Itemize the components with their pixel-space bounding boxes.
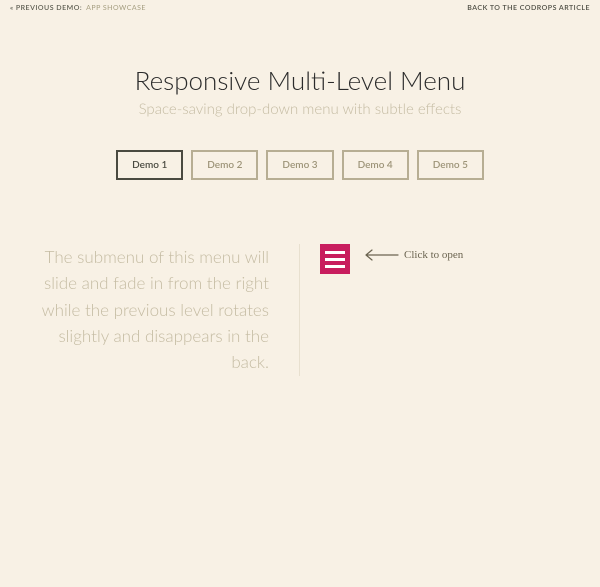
hamburger-icon (325, 265, 345, 268)
previous-demo-prefix: « Previous Demo: (10, 4, 82, 12)
arrow-left-icon (360, 248, 400, 262)
demo-description: The submenu of this menu will slide and … (30, 244, 269, 376)
back-to-article-link[interactable]: back to the Codrops article (467, 4, 590, 12)
menu-trigger-button[interactable] (320, 244, 350, 274)
main: The submenu of this menu will slide and … (0, 244, 600, 376)
column-right: Click to open (300, 244, 580, 376)
demo-nav: Demo 1 Demo 2 Demo 3 Demo 4 Demo 5 (0, 150, 600, 180)
click-to-open-label: Click to open (404, 249, 463, 261)
page-title: Responsive Multi-Level Menu (0, 64, 600, 96)
demo-link-1[interactable]: Demo 1 (116, 150, 183, 180)
top-bar: « Previous Demo: App Showcase back to th… (0, 0, 600, 16)
header: Responsive Multi-Level Menu Space-saving… (0, 64, 600, 118)
demo-link-3[interactable]: Demo 3 (266, 150, 333, 180)
demo-link-5[interactable]: Demo 5 (417, 150, 484, 180)
demo-link-4[interactable]: Demo 4 (342, 150, 409, 180)
previous-demo-link[interactable]: App Showcase (86, 4, 146, 12)
page-subtitle: Space-saving drop-down menu with subtle … (0, 100, 600, 118)
hamburger-icon (325, 251, 345, 254)
previous-demo-wrap: « Previous Demo: App Showcase (10, 4, 146, 12)
column-left: The submenu of this menu will slide and … (20, 244, 300, 376)
click-to-open-hint: Click to open (360, 248, 463, 262)
hamburger-icon (325, 258, 345, 261)
demo-link-2[interactable]: Demo 2 (191, 150, 258, 180)
